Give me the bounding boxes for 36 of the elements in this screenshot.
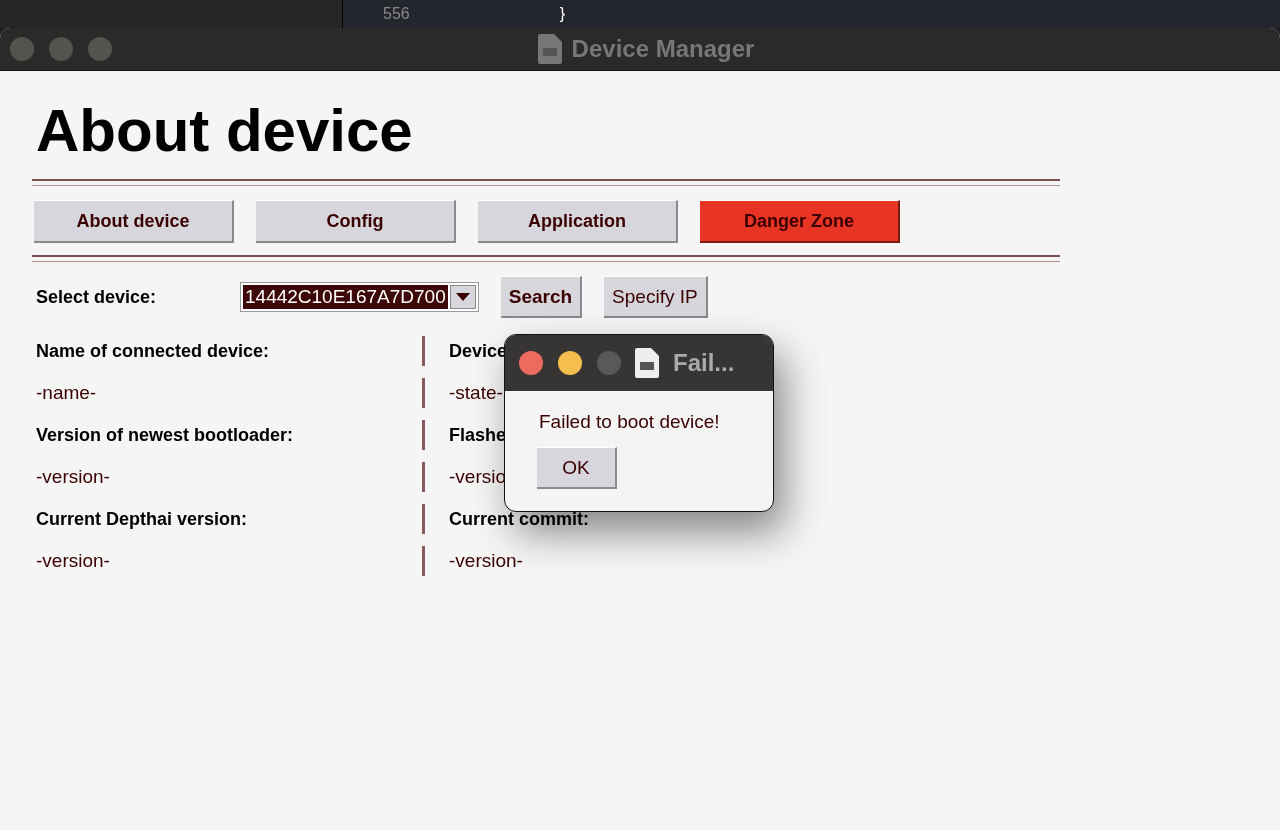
danger-tab[interactable]: Danger Zone <box>700 200 900 243</box>
caret-icon <box>455 293 470 301</box>
window-control-button[interactable] <box>88 37 112 61</box>
ok-button[interactable]: OK <box>537 447 617 489</box>
specify-ip-button[interactable]: Specify IP <box>604 276 708 318</box>
zoom-button[interactable] <box>597 351 621 375</box>
info-value: -version- <box>36 550 110 572</box>
search-button[interactable]: Search <box>500 276 583 318</box>
info-label: Current Depthai version: <box>36 508 248 530</box>
window-title: Device Manager <box>571 35 755 63</box>
window-control-button[interactable] <box>49 37 73 61</box>
tab[interactable]: Config <box>256 200 456 243</box>
info-value: -versio <box>449 466 506 488</box>
window-control-button[interactable] <box>10 37 34 61</box>
minimize-button[interactable] <box>558 351 582 375</box>
info-value: -version- <box>36 466 110 488</box>
dialog-message: Failed to boot device! <box>539 411 720 433</box>
info-label: Version of newest bootloader: <box>36 424 294 446</box>
close-button[interactable] <box>519 351 543 375</box>
dialog-title: Fail... <box>673 349 735 377</box>
info-label: Name of connected device: <box>36 340 270 362</box>
line-number: 556 <box>383 4 410 24</box>
info-label: Current commit: <box>449 508 589 530</box>
info-value: -state- <box>449 382 503 404</box>
info-label: Device <box>449 340 508 362</box>
info-label: Flashe <box>449 424 507 446</box>
tab[interactable]: About device <box>34 200 234 243</box>
tab[interactable]: Application <box>478 200 678 243</box>
page-heading: About device <box>36 97 414 165</box>
document-icon <box>635 348 659 378</box>
info-value: -version- <box>449 550 523 572</box>
device-dropdown[interactable]: 14442C10E167A7D700 <box>240 282 479 312</box>
document-icon <box>537 34 562 64</box>
field-label: Select device: <box>36 286 158 308</box>
code-text: } <box>559 4 566 24</box>
info-value: -name- <box>36 382 97 404</box>
